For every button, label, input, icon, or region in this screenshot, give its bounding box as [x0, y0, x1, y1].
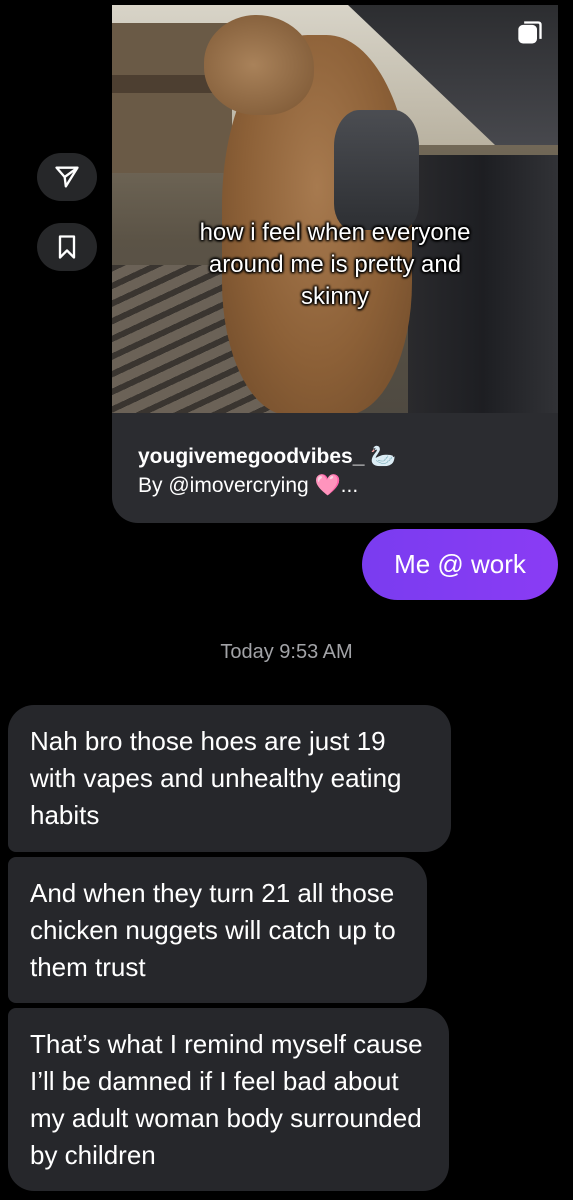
share-button[interactable]: [37, 153, 97, 201]
shared-post-card[interactable]: how i feel when everyone around me is pr…: [112, 5, 558, 523]
post-image[interactable]: how i feel when everyone around me is pr…: [112, 5, 558, 413]
post-username[interactable]: yougivemegoodvibes_ 🦢: [138, 445, 396, 469]
received-message-bubble[interactable]: That’s what I remind myself cause I’ll b…: [8, 1008, 449, 1191]
carousel-icon: [518, 21, 542, 44]
bookmark-icon: [58, 235, 76, 259]
image-bear-head: [204, 15, 314, 115]
received-message-bubble[interactable]: Nah bro those hoes are just 19 with vape…: [8, 705, 451, 852]
message-timestamp: Today 9:53 AM: [220, 641, 353, 663]
paper-plane-icon: [55, 166, 79, 188]
sent-message-bubble[interactable]: Me @ work: [362, 529, 558, 600]
image-backpack: [334, 110, 419, 230]
post-byline: By @imovercrying 🩷...: [138, 474, 359, 497]
meme-caption: how i feel when everyone around me is pr…: [199, 219, 471, 310]
received-message-bubble[interactable]: And when they turn 21 all those chicken …: [8, 857, 427, 1003]
save-button[interactable]: [37, 223, 97, 271]
